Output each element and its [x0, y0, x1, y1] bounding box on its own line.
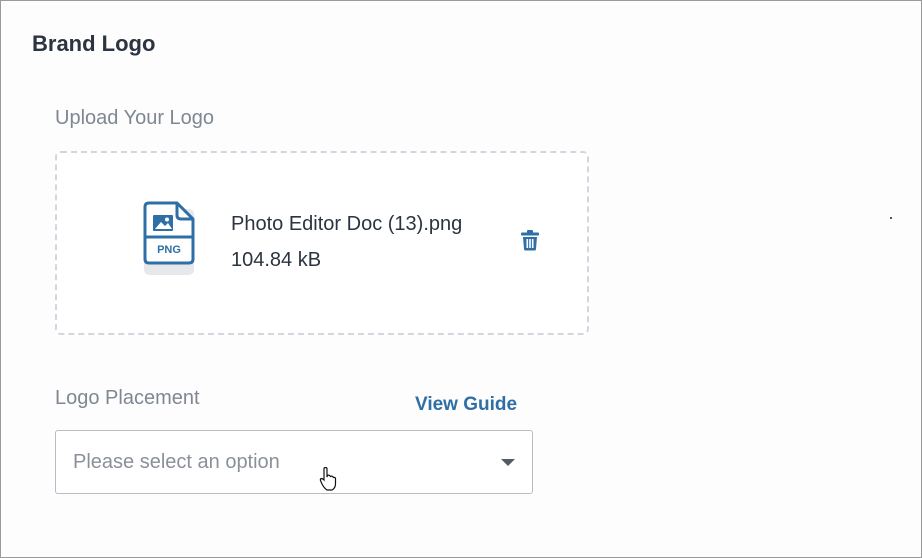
delete-file-button[interactable]: [517, 227, 543, 253]
stray-pixel: [890, 217, 892, 219]
upload-dropzone[interactable]: PNG Photo Editor Doc (13).png 104.84 kB: [55, 151, 589, 335]
chevron-down-icon[interactable]: [501, 459, 515, 466]
trash-icon: [521, 230, 539, 251]
png-file-icon: PNG: [143, 201, 195, 275]
file-size: 104.84 kB: [231, 249, 322, 271]
hand-pointer-icon: [319, 467, 337, 491]
upload-label: Upload Your Logo: [55, 107, 215, 129]
logo-placement-select[interactable]: Please select an option: [55, 430, 533, 494]
logo-placement-label: Logo Placement: [55, 387, 200, 409]
view-guide-link[interactable]: View Guide: [415, 394, 517, 416]
section-title: Brand Logo: [32, 31, 156, 56]
png-badge: PNG: [157, 244, 181, 256]
brand-logo-panel: Brand Logo Upload Your Logo PNG Photo Ed…: [0, 0, 922, 558]
file-name: Photo Editor Doc (13).png: [231, 213, 463, 235]
select-placeholder: Please select an option: [73, 451, 280, 473]
